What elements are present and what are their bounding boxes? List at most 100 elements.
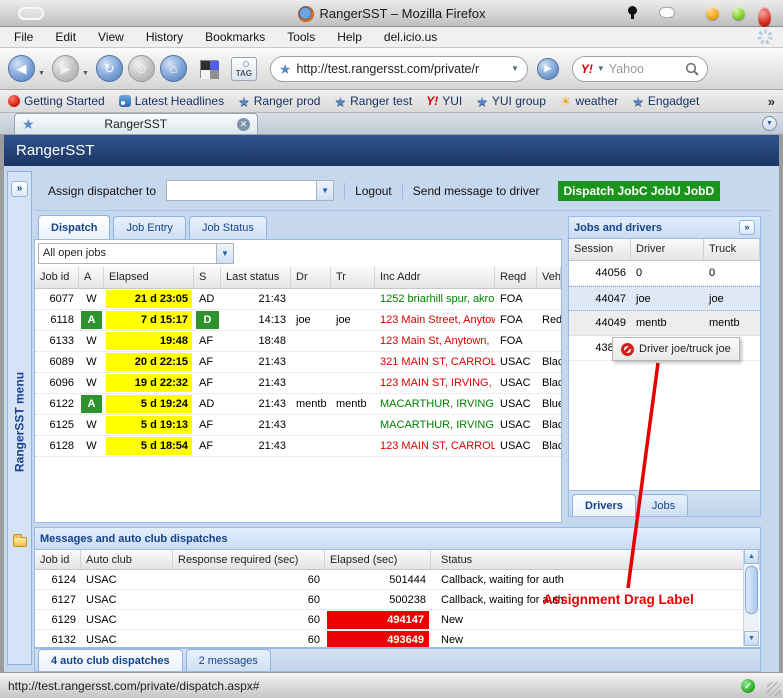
bookmarks-overflow-chevron[interactable]: » <box>768 94 775 109</box>
menu-bookmarks[interactable]: Bookmarks <box>205 30 265 44</box>
table-row[interactable]: 6118 A 7 d 15:17 D 14:13 joe joe 123 Mai… <box>35 310 561 331</box>
magnifier-icon[interactable] <box>685 62 699 76</box>
table-row[interactable]: 6128 W 5 d 18:54 AF 21:43 123 MAIN ST, C… <box>35 436 561 457</box>
table-row[interactable]: 6122 A 5 d 19:24 AD 21:43 mentb mentb MA… <box>35 394 561 415</box>
col-driver[interactable]: Driver <box>631 239 704 260</box>
tab-messages[interactable]: 2 messages <box>186 649 271 671</box>
col-inc-addr[interactable]: Inc Addr <box>375 267 495 288</box>
menu-file[interactable]: File <box>14 30 33 44</box>
vertical-scrollbar[interactable]: ▲ ▼ <box>743 549 759 646</box>
back-dropdown-icon[interactable]: ▼ <box>38 70 45 77</box>
tab-drivers[interactable]: Drivers <box>572 494 636 516</box>
assign-dispatcher-combo[interactable]: ▼ <box>166 180 334 201</box>
home-button[interactable]: ⌂ <box>160 55 187 82</box>
table-row[interactable]: 6124 USAC 60 501444 Callback, waiting fo… <box>35 570 760 590</box>
bookmark-engadget[interactable]: ★Engadget <box>632 94 699 108</box>
table-row[interactable]: 6133 W 19:48 AF 18:48 123 Main St, Anyto… <box>35 331 561 352</box>
window-close-button[interactable] <box>758 7 771 28</box>
col-session[interactable]: Session <box>569 239 631 260</box>
col-dr[interactable]: Dr <box>291 267 331 288</box>
resize-grip[interactable] <box>767 682 781 696</box>
sun-icon: ☀ <box>560 95 572 108</box>
sidebar-collapsed[interactable]: » RangerSST menu <box>7 171 32 665</box>
bookmark-star-icon[interactable]: ★ <box>279 62 292 76</box>
scroll-down-arrow[interactable]: ▼ <box>744 631 759 646</box>
collapse-panel-button[interactable]: » <box>739 220 755 235</box>
col-tr[interactable]: Tr <box>331 267 375 288</box>
col-a[interactable]: A <box>79 267 104 288</box>
col-s[interactable]: S <box>194 267 221 288</box>
tab-job-entry[interactable]: Job Entry <box>113 216 185 239</box>
bookmark-ranger-prod[interactable]: ★Ranger prod <box>238 94 320 108</box>
url-input[interactable]: http://test.rangersst.com/private/r <box>296 62 506 76</box>
search-engine-dropdown-icon[interactable]: ▼ <box>597 64 605 73</box>
table-row[interactable]: 6125 W 5 d 19:13 AF 21:43 MACARTHUR, IRV… <box>35 415 561 436</box>
col-auto-club[interactable]: Auto club <box>81 550 173 569</box>
url-bar[interactable]: ★ http://test.rangersst.com/private/r ▼ <box>270 56 528 82</box>
bookmark-yui[interactable]: Y!YUI <box>426 94 462 108</box>
job-filter-combo[interactable]: All open jobs ▼ <box>38 243 234 264</box>
table-row[interactable]: 6089 W 20 d 22:15 AF 21:43 321 MAIN ST, … <box>35 352 561 373</box>
bookmark-yui-group[interactable]: ★YUI group <box>476 94 546 108</box>
url-dropdown-icon[interactable]: ▼ <box>511 64 519 73</box>
col-response-required[interactable]: Response required (sec) <box>173 550 325 569</box>
bookmark-latest-headlines[interactable]: Latest Headlines <box>119 94 224 108</box>
col-job-id[interactable]: Job id <box>35 550 81 569</box>
table-row[interactable]: 6129 USAC 60 494147 New <box>35 610 760 630</box>
bookmark-getting-started[interactable]: Getting Started <box>8 94 105 108</box>
table-row[interactable]: 6077 W 21 d 23:05 AD 21:43 1252 briarhil… <box>35 289 561 310</box>
col-elapsed-sec[interactable]: Elapsed (sec) <box>325 550 431 569</box>
tab-jobs[interactable]: Jobs <box>639 494 688 516</box>
window-minimize-button[interactable] <box>706 7 719 20</box>
forward-dropdown-icon[interactable]: ▼ <box>82 70 89 77</box>
send-message-button[interactable]: Send message to driver <box>413 184 540 198</box>
col-reqd[interactable]: Reqd <box>495 267 537 288</box>
stop-button[interactable]: ⊘ <box>128 55 155 82</box>
firefox-icon <box>298 6 314 22</box>
logout-button[interactable]: Logout <box>355 184 392 198</box>
scroll-up-arrow[interactable]: ▲ <box>744 549 759 564</box>
sidebar-expand-button[interactable]: » <box>11 181 28 197</box>
getting-started-icon <box>8 95 20 107</box>
col-job-id[interactable]: Job id <box>35 267 79 288</box>
menu-view[interactable]: View <box>98 30 124 44</box>
col-truck[interactable]: Truck <box>704 239 760 260</box>
list-all-tabs-button[interactable]: ▼ <box>762 116 777 131</box>
menu-tools[interactable]: Tools <box>287 30 315 44</box>
back-button[interactable]: ◀ <box>8 55 35 82</box>
cell: joe <box>704 287 760 310</box>
colorzilla-icon[interactable] <box>200 60 218 78</box>
search-input[interactable]: Yahoo <box>609 62 681 76</box>
col-status[interactable]: Status <box>431 550 760 569</box>
table-row[interactable]: 6132 USAC 60 493649 New <box>35 630 760 648</box>
go-button[interactable]: ▶ <box>537 58 559 80</box>
tab-dispatch[interactable]: Dispatch <box>38 215 110 239</box>
table-row-selected[interactable]: 44047 joe joe <box>569 286 760 311</box>
tab-auto-club-dispatches[interactable]: 4 auto club dispatches <box>38 649 183 671</box>
col-vehicle[interactable]: Vehicle <box>537 267 561 288</box>
forward-button[interactable]: ▶ <box>52 55 79 82</box>
table-row[interactable]: 44049 mentb mentb <box>569 311 760 336</box>
browser-tab-rangersst[interactable]: ★ RangerSST ✕ <box>14 113 258 134</box>
scrollbar-thumb[interactable] <box>745 566 758 614</box>
yahoo-icon[interactable]: Y! <box>581 62 593 76</box>
menu-history[interactable]: History <box>146 30 183 44</box>
col-elapsed[interactable]: Elapsed <box>104 267 194 288</box>
menu-help[interactable]: Help <box>337 30 362 44</box>
menu-edit[interactable]: Edit <box>55 30 76 44</box>
tab-job-status[interactable]: Job Status <box>189 216 267 239</box>
chevron-down-icon[interactable]: ▼ <box>316 181 333 200</box>
titlebar[interactable]: RangerSST – Mozilla Firefox <box>0 0 783 27</box>
col-last-status[interactable]: Last status <box>221 267 291 288</box>
search-bar[interactable]: Y! ▼ Yahoo <box>572 56 708 82</box>
window-maximize-button[interactable] <box>732 7 745 20</box>
menu-delicious[interactable]: del.icio.us <box>384 30 437 44</box>
bookmark-ranger-test[interactable]: ★Ranger test <box>334 94 412 108</box>
chevron-down-icon[interactable]: ▼ <box>216 244 233 263</box>
tab-close-icon[interactable]: ✕ <box>237 118 250 131</box>
table-row[interactable]: 44056 0 0 <box>569 261 760 286</box>
reload-button[interactable]: ↻ <box>96 55 123 82</box>
table-row[interactable]: 6096 W 19 d 22:32 AF 21:43 123 MAIN ST, … <box>35 373 561 394</box>
tag-button[interactable]: TAG <box>231 57 257 81</box>
bookmark-weather[interactable]: ☀weather <box>560 94 618 108</box>
